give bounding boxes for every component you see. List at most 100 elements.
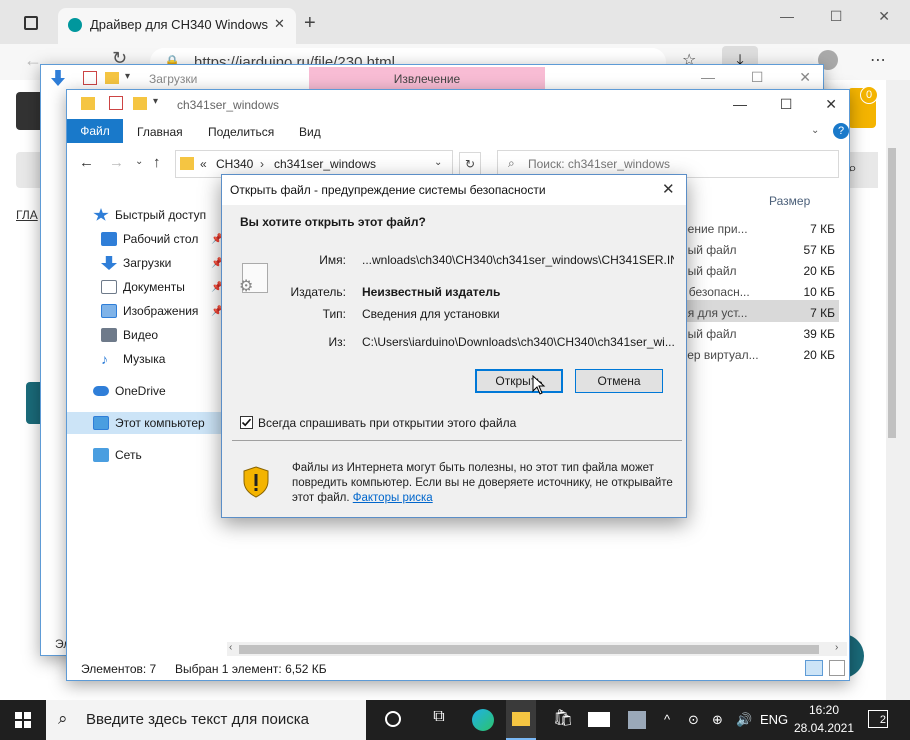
large-icons-view-icon[interactable]	[829, 660, 845, 676]
always-ask-checkbox[interactable]	[240, 416, 253, 429]
path-overflow[interactable]: «	[200, 157, 207, 171]
store-icon[interactable]: 🛍	[550, 708, 576, 732]
file-type-cell[interactable]: ный файл	[681, 327, 761, 341]
site-favicon-icon	[68, 18, 82, 32]
network-globe-icon[interactable]: ⊕	[712, 712, 723, 728]
taskbar-search-box[interactable]: ⌕ Введите здесь текст для поиска	[46, 700, 366, 740]
nav-item-videos[interactable]: Видео	[67, 324, 225, 346]
back-arrow-icon[interactable]: ←	[79, 154, 94, 171]
edge-icon[interactable]	[470, 708, 496, 732]
clock-time[interactable]: 16:20	[796, 703, 852, 717]
browser-tab[interactable]: Драйвер для CH340 Windows (Al ✕	[58, 8, 296, 44]
path-segment[interactable]: CH340	[216, 157, 253, 171]
details-view-icon[interactable]	[805, 660, 823, 676]
extract-tab[interactable]: Извлечение	[309, 67, 545, 91]
nav-label: Видео	[123, 328, 159, 342]
maximize-icon[interactable]: ☐	[780, 96, 793, 113]
cortana-icon[interactable]	[380, 708, 406, 732]
nav-item-pictures[interactable]: Изображения 📌	[67, 300, 225, 322]
file-type-cell[interactable]: ия для уст...	[681, 306, 761, 320]
language-indicator[interactable]: ENG	[760, 712, 788, 727]
gear-icon: ⚙	[239, 278, 254, 295]
download-arrow-icon	[51, 70, 65, 86]
from-value: C:\Users\iarduino\Downloads\ch340\CH340\…	[362, 335, 674, 349]
task-view-icon[interactable]: ⧉	[426, 708, 452, 732]
help-icon[interactable]: ?	[833, 123, 849, 139]
status-bar: Элементов: 7 Выбран 1 элемент: 6,52 КБ	[67, 658, 849, 680]
nav-item-documents[interactable]: Документы 📌	[67, 276, 225, 298]
mail-icon[interactable]	[586, 708, 612, 732]
up-arrow-icon[interactable]: ↑	[153, 154, 161, 171]
customize-toolbar-icon[interactable]: ▾	[125, 71, 130, 82]
close-icon[interactable]: ✕	[825, 96, 837, 113]
maximize-icon[interactable]: ☐	[830, 8, 843, 28]
nav-item-music[interactable]: ♪ Музыка	[67, 348, 225, 370]
tab-file[interactable]: Файл	[67, 119, 123, 143]
always-ask-label[interactable]: Всегда спрашивать при открытии этого фай…	[258, 416, 516, 430]
page-scrollbar-thumb[interactable]	[888, 148, 896, 438]
maximize-icon[interactable]: ☐	[751, 69, 764, 86]
picture-icon	[101, 304, 117, 318]
start-button[interactable]	[0, 700, 46, 740]
more-menu-icon[interactable]: ⋯	[870, 50, 886, 70]
file-type-cell[interactable]: г безопасн...	[681, 285, 761, 299]
nav-label: Этот компьютер	[115, 416, 205, 430]
file-type-cell[interactable]: рение при...	[681, 222, 761, 236]
path-segment[interactable]: ch341ser_windows	[274, 157, 376, 171]
column-header-size[interactable]: Размер	[769, 194, 810, 208]
close-icon[interactable]: ✕	[799, 69, 811, 86]
nav-item-desktop[interactable]: Рабочий стол 📌	[67, 228, 225, 250]
document-icon	[101, 280, 117, 294]
close-icon[interactable]: ✕	[878, 8, 890, 28]
file-type-cell[interactable]: вер виртуал...	[681, 348, 761, 362]
file-type-cell[interactable]: ный файл	[681, 243, 761, 257]
nav-label: Музыка	[123, 352, 166, 366]
nav-item-downloads[interactable]: Загрузки 📌	[67, 252, 225, 274]
scroll-left-icon[interactable]: ‹	[229, 642, 232, 653]
open-button[interactable]: Открыть	[475, 369, 563, 393]
publisher-value: Неизвестный издатель	[362, 285, 501, 299]
tab-home[interactable]: Главная	[137, 125, 183, 139]
volume-icon[interactable]: 🔊	[736, 712, 752, 728]
new-tab-button[interactable]: +	[304, 12, 316, 35]
file-size-cell: 57 КБ	[803, 243, 835, 257]
close-icon[interactable]: ✕	[662, 180, 675, 198]
customize-toolbar-icon[interactable]: ▾	[153, 96, 158, 107]
folder-icon	[105, 72, 119, 84]
risk-factors-link[interactable]: Факторы риска	[353, 492, 433, 504]
minimize-icon[interactable]: —	[701, 69, 715, 86]
tab-title: Драйвер для CH340 Windows (Al	[90, 17, 270, 32]
minimize-icon[interactable]: —	[780, 8, 794, 28]
dialog-separator	[232, 440, 682, 441]
type-value: Сведения для установки	[362, 307, 500, 321]
path-dropdown-icon[interactable]: ⌄	[434, 157, 442, 168]
refresh-icon[interactable]: ↻	[459, 152, 481, 176]
file-type-cell[interactable]: ный файл	[681, 264, 761, 278]
tab-view[interactable]: Вид	[299, 125, 321, 139]
nav-item-quick-access[interactable]: Быстрый доступ	[67, 204, 225, 226]
warning-text: Файлы из Интернета могут быть полезны, н…	[292, 462, 673, 504]
nav-item-onedrive[interactable]: OneDrive	[67, 380, 225, 402]
meet-now-icon[interactable]: ⊙	[688, 712, 699, 728]
checklist-icon	[83, 71, 97, 85]
network-icon	[93, 448, 109, 462]
folder-icon	[81, 97, 95, 110]
recent-locations-icon[interactable]: ⌄	[135, 156, 143, 167]
clock-date[interactable]: 28.04.2021	[790, 721, 858, 735]
horizontal-scrollbar-thumb[interactable]	[239, 645, 819, 654]
file-explorer-icon[interactable]	[506, 700, 536, 740]
scroll-right-icon[interactable]: ›	[835, 642, 838, 653]
notifications-icon[interactable]: 2	[868, 710, 888, 728]
nav-item-network[interactable]: Сеть	[67, 444, 225, 466]
show-hidden-icons[interactable]: ^	[664, 712, 670, 727]
mouse-cursor-icon	[532, 375, 546, 395]
app-icon[interactable]	[624, 708, 650, 732]
tab-close-icon[interactable]: ✕	[274, 16, 285, 32]
forward-arrow-icon[interactable]: →	[109, 154, 124, 171]
tab-share[interactable]: Поделиться	[208, 125, 274, 139]
expand-ribbon-icon[interactable]: ⌄	[811, 125, 819, 136]
nav-item-this-pc[interactable]: Этот компьютер	[67, 412, 225, 434]
cancel-button[interactable]: Отмена	[575, 369, 663, 393]
minimize-icon[interactable]: —	[733, 96, 747, 113]
tab-actions-icon[interactable]	[24, 16, 38, 30]
